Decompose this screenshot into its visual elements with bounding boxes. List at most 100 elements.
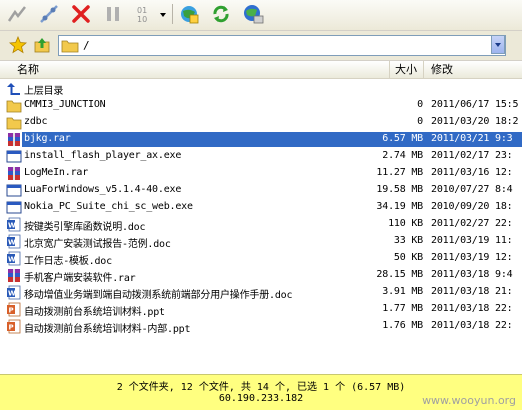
disconnect-icon[interactable] (38, 3, 60, 25)
column-header-modified[interactable]: 修改 (424, 61, 522, 78)
globe-new-icon[interactable] (178, 3, 200, 25)
powerpoint-file-icon: P (6, 302, 22, 317)
file-modified: 2011/03/18 9:4 (431, 269, 513, 280)
svg-text:10: 10 (137, 15, 147, 24)
star-icon[interactable] (9, 36, 27, 54)
file-modified: 2011/06/17 15:5 (431, 99, 519, 110)
list-item[interactable]: W 北京宽广安装测试报告-范例.doc 33 KB 2011/03/19 11: (0, 233, 522, 250)
path-dropdown-button[interactable] (491, 35, 505, 54)
file-size: 28.15 MB (376, 269, 423, 280)
file-modified: 2010/09/20 18: (431, 201, 513, 212)
parent-folder-icon[interactable] (33, 36, 51, 54)
file-name: LogMeIn.rar (24, 167, 89, 178)
file-size: 34.19 MB (376, 201, 423, 212)
list-item[interactable]: CMMI3_JUNCTION 0 2011/06/17 15:5 (0, 97, 522, 114)
list-item[interactable]: W 按键类引擎库函数说明.doc 110 KB 2011/02/27 22: (0, 216, 522, 233)
exe-file-icon (6, 200, 22, 215)
file-name: install_flash_player_ax.exe (24, 150, 182, 161)
list-item[interactable]: W 移动增值业务端到端自动拨测系统前端部分用户操作手册.doc 3.91 MB 201… (0, 284, 522, 301)
rar-archive-icon (6, 132, 22, 147)
list-item[interactable]: 手机客户端安装软件.rar 28.15 MB 2011/03/18 9:4 (0, 267, 522, 284)
path-input[interactable]: / (58, 35, 506, 56)
transfer-mode-icon[interactable]: 01 10 (134, 3, 156, 25)
list-item[interactable]: install_flash_player_ax.exe 2.74 MB 2011/0… (0, 148, 522, 165)
status-bar: 2 个文件夹, 12 个文件, 共 14 个, 已选 1 个 (6.57 MB)… (0, 374, 522, 410)
file-size: 1.76 MB (382, 320, 423, 331)
file-size: 50 KB (393, 252, 423, 263)
rar-archive-icon (6, 268, 22, 283)
file-modified: 2011/03/21 9:3 (431, 133, 513, 144)
file-modified: 2011/03/19 11: (431, 235, 513, 246)
file-size: 3.91 MB (382, 286, 423, 297)
file-name: 自动拨测前台系统培训材料.ppt (24, 307, 165, 318)
list-item[interactable]: P 自动拨测前台系统培训材料-内部.ppt 1.76 MB 2011/03/18 22… (0, 318, 522, 335)
powerpoint-file-icon: P (6, 319, 22, 334)
file-size: 2.74 MB (382, 150, 423, 161)
list-item[interactable]: zdbc 0 2011/03/20 18:2 (0, 114, 522, 131)
file-name: 北京宽广安装测试报告-范例.doc (24, 239, 171, 250)
site-manager-icon[interactable] (242, 3, 264, 25)
file-size: 1.77 MB (382, 303, 423, 314)
file-size: 0 (417, 116, 423, 127)
file-name: 工作日志-模板.doc (24, 256, 112, 267)
list-item[interactable]: Nokia_PC_Suite_chi_sc_web.exe 34.19 MB 201… (0, 199, 522, 216)
svg-text:W: W (8, 256, 16, 264)
file-name: CMMI3_JUNCTION (24, 99, 106, 110)
word-document-icon: W (6, 217, 22, 232)
parent-directory-icon (6, 81, 22, 96)
folder-icon (61, 38, 79, 53)
watermark-text: www.wooyun.org (422, 394, 516, 407)
file-list: 上层目录 CMMI3_JUNCTION 0 2011/06/17 15:5 zdbc 0 2… (0, 79, 522, 374)
connect-icon[interactable] (6, 3, 28, 25)
file-name: 移动增值业务端到端自动拨测系统前端部分用户操作手册.doc (24, 290, 293, 301)
list-item[interactable]: bjkg.rar 6.57 MB 2011/03/21 9:3 (0, 131, 522, 148)
file-modified: 2010/07/27 8:4 (431, 184, 513, 195)
list-item[interactable]: P 自动拨测前台系统培训材料.ppt 1.77 MB 2011/03/18 22: (0, 301, 522, 318)
file-name: 自动拨测前台系统培训材料-内部.ppt (24, 324, 191, 335)
list-item[interactable]: W 工作日志-模板.doc 50 KB 2011/03/19 12: (0, 250, 522, 267)
file-modified: 2011/03/16 12: (431, 167, 513, 178)
pause-icon[interactable] (102, 3, 124, 25)
svg-text:P: P (9, 324, 14, 332)
stop-icon[interactable] (70, 3, 92, 25)
list-item[interactable]: LuaForWindows_v5.1.4-40.exe 19.58 MB 2010/… (0, 182, 522, 199)
svg-text:P: P (9, 307, 14, 315)
refresh-icon[interactable] (210, 3, 232, 25)
file-modified: 2011/03/18 22: (431, 320, 513, 331)
column-header-size[interactable]: 大小 (390, 61, 424, 78)
file-size: 0 (417, 99, 423, 110)
list-item[interactable]: 上层目录 (0, 80, 522, 97)
file-modified: 2011/03/18 22: (431, 303, 513, 314)
column-header-name[interactable]: 名称 (0, 61, 390, 78)
file-size: 110 KB (388, 218, 423, 229)
file-name: zdbc (24, 116, 48, 127)
exe-file-icon (6, 183, 22, 198)
file-size: 11.27 MB (376, 167, 423, 178)
path-text: / (83, 39, 90, 52)
file-name: 上层目录 (24, 86, 64, 97)
file-modified: 2011/03/19 12: (431, 252, 513, 263)
svg-text:W: W (8, 239, 16, 247)
file-modified: 2011/02/27 22: (431, 218, 513, 229)
file-list-header: 名称 大小 修改 (0, 61, 522, 79)
word-document-icon: W (6, 285, 22, 300)
status-summary: 2 个文件夹, 12 个文件, 共 14 个, 已选 1 个 (6.57 MB) (116, 382, 406, 393)
file-name: 手机客户端安装软件.rar (24, 273, 136, 284)
dropdown-arrow-icon[interactable] (158, 3, 168, 25)
file-size: 19.58 MB (376, 184, 423, 195)
svg-text:W: W (8, 290, 16, 298)
list-item[interactable]: LogMeIn.rar 11.27 MB 2011/03/16 12: (0, 165, 522, 182)
folder-icon (6, 98, 22, 113)
file-name: LuaForWindows_v5.1.4-40.exe (24, 184, 182, 195)
file-size: 6.57 MB (382, 133, 423, 144)
svg-text:01: 01 (137, 6, 147, 15)
word-document-icon: W (6, 251, 22, 266)
svg-text:W: W (8, 222, 16, 230)
address-bar: / (0, 31, 522, 61)
file-modified: 2011/02/17 23: (431, 150, 513, 161)
word-document-icon: W (6, 234, 22, 249)
file-name: 按键类引擎库函数说明.doc (24, 222, 146, 233)
rar-archive-icon (6, 166, 22, 181)
file-size: 33 KB (393, 235, 423, 246)
file-name: Nokia_PC_Suite_chi_sc_web.exe (24, 201, 193, 212)
